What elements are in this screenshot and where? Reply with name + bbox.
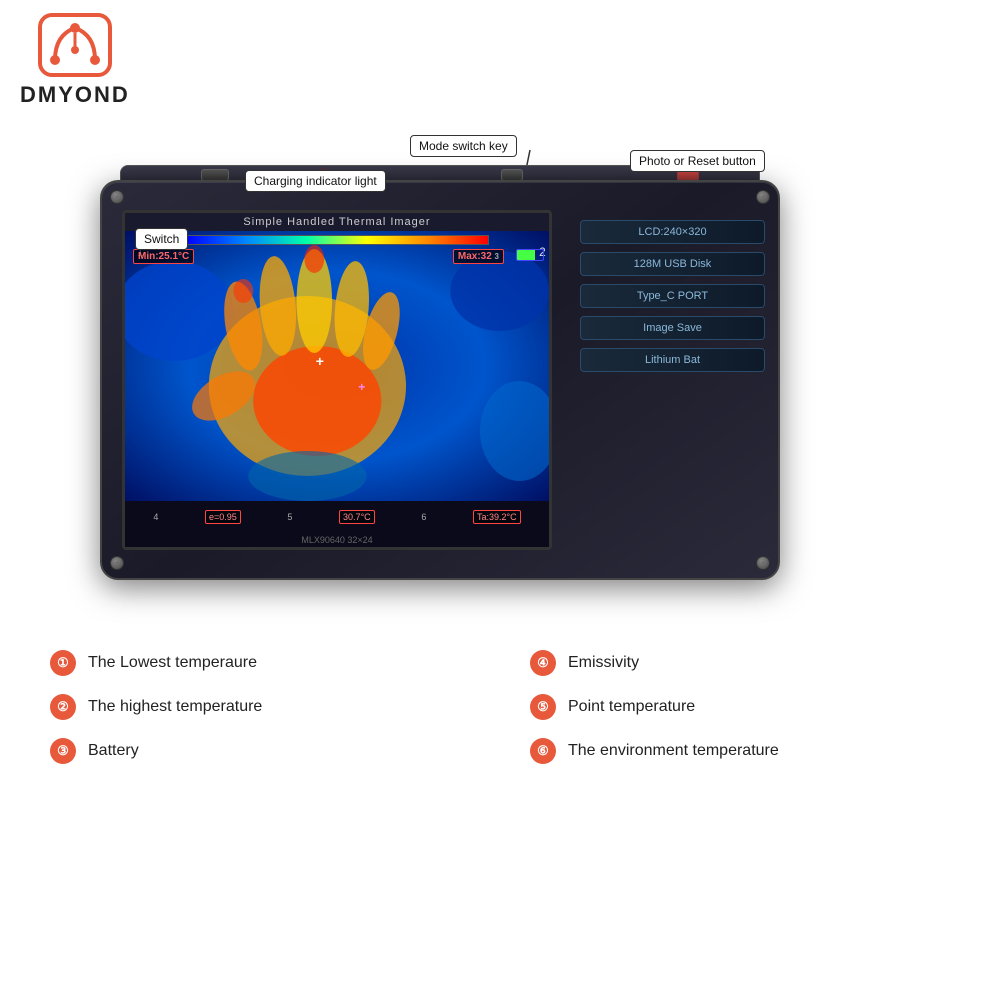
feature-item-5: ⑤ Point temperature <box>530 694 950 720</box>
feature-item-6: ⑥ The environment temperature <box>530 738 950 764</box>
feature-number-4: ④ <box>530 650 556 676</box>
lcd-model-info: MLX90640 32×24 <box>125 533 549 547</box>
screw-bl <box>110 556 124 570</box>
feature-text-4: Emissivity <box>568 654 639 672</box>
stat-point-temp: 30.7°C <box>339 510 375 524</box>
feature-number-5: ⑤ <box>530 694 556 720</box>
spec-battery: Lithium Bat <box>580 348 765 372</box>
stat-label-6: 6 <box>421 512 426 522</box>
callout-photo-reset: Photo or Reset button <box>630 150 765 172</box>
callout-switch: Switch <box>135 228 188 250</box>
feature-number-2: ② <box>50 694 76 720</box>
feature-list: ① The Lowest temperaure ④ Emissivity ② T… <box>50 650 950 764</box>
battery-fill <box>517 250 535 260</box>
stat-label-4: 4 <box>153 512 158 522</box>
feature-text-5: Point temperature <box>568 698 695 716</box>
feature-item-3: ③ Battery <box>50 738 470 764</box>
temp-max-display: Max:32 3 <box>453 249 504 264</box>
callout-mode-switch: Mode switch key <box>410 135 517 157</box>
screw-tl <box>110 190 124 204</box>
spec-save: Image Save <box>580 316 765 340</box>
feature-number-6: ⑥ <box>530 738 556 764</box>
stat-label-5: 5 <box>287 512 292 522</box>
feature-text-6: The environment temperature <box>568 742 779 760</box>
spec-usb: 128M USB Disk <box>580 252 765 276</box>
feature-text-3: Battery <box>88 742 139 760</box>
temp-scale-bar <box>185 235 489 245</box>
feature-text-2: The highest temperature <box>88 698 262 716</box>
logo-icon <box>35 10 115 80</box>
stat-emissivity: e=0.95 <box>205 510 241 524</box>
device-body: Simple Handled Thermal Imager <box>100 180 780 580</box>
feature-text-1: The Lowest temperaure <box>88 654 257 672</box>
spec-panel: LCD:240×320 128M USB Disk Type_C PORT Im… <box>575 210 770 550</box>
spec-port: Type_C PORT <box>580 284 765 308</box>
crosshair-center: + <box>316 353 324 369</box>
feature-item-1: ① The Lowest temperaure <box>50 650 470 676</box>
screw-br <box>756 556 770 570</box>
feature-item-4: ④ Emissivity <box>530 650 950 676</box>
battery-indicator <box>516 249 544 261</box>
device-wrapper: Switch Charging indicator light Mode swi… <box>80 100 830 620</box>
spec-lcd: LCD:240×320 <box>580 220 765 244</box>
feature-number-1: ① <box>50 650 76 676</box>
feature-item-2: ② The highest temperature <box>50 694 470 720</box>
crosshair-point: + <box>358 380 365 394</box>
lcd-title: Simple Handled Thermal Imager <box>125 213 549 231</box>
temp-min-display: Min:25.1°C <box>133 249 194 264</box>
screw-tr <box>756 190 770 204</box>
hand-thermal-svg: 1 2 <box>125 231 549 501</box>
stat-env-temp: Ta:39.2°C <box>473 510 521 524</box>
feature-number-3: ③ <box>50 738 76 764</box>
thermal-image: 1 2 Min:25.1°C Max:32 3 + + <box>125 231 549 501</box>
lcd-screen: Simple Handled Thermal Imager <box>122 210 552 550</box>
callout-charging: Charging indicator light <box>245 170 386 192</box>
lcd-bottom-bar: 4 e=0.95 5 30.7°C 6 Ta:39.2°C <box>125 501 549 533</box>
logo-area: DMYOND <box>20 10 130 108</box>
